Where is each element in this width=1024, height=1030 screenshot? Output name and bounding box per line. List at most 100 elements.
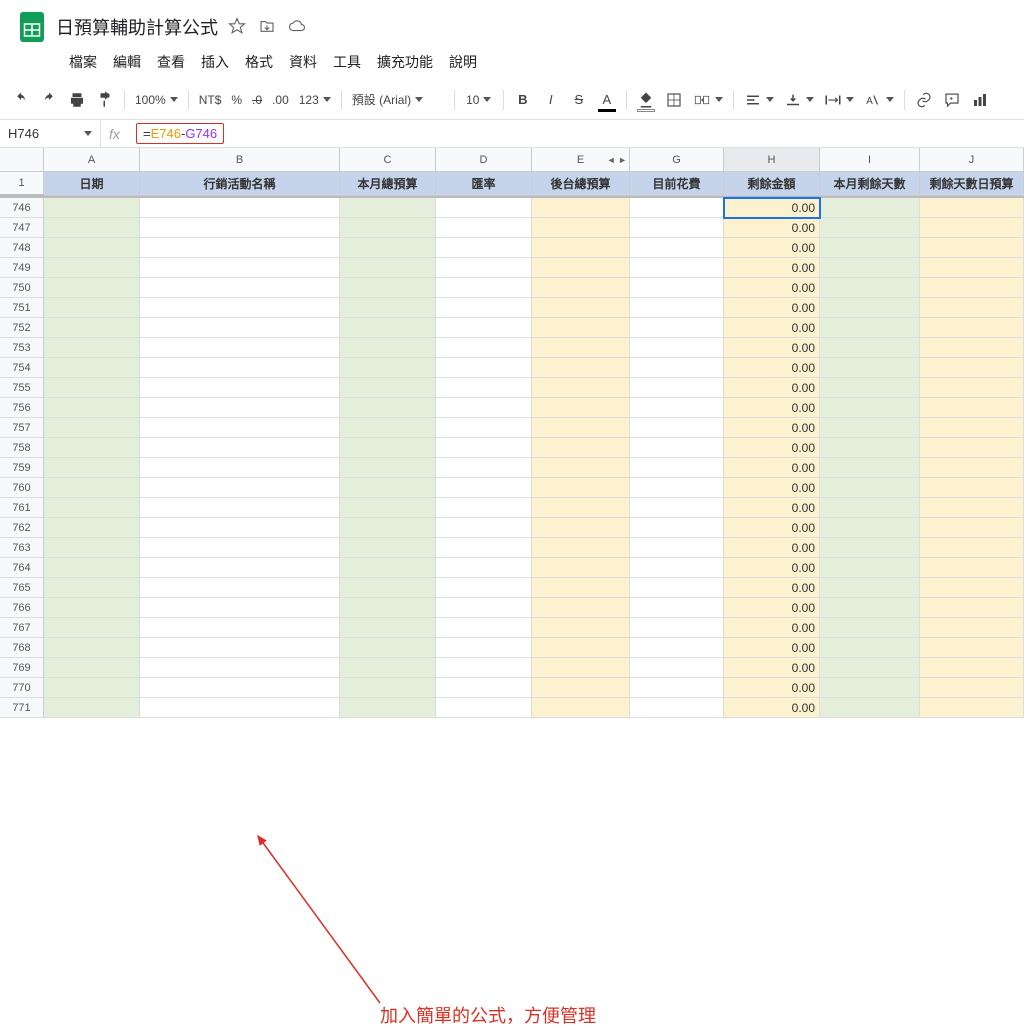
cell[interactable]: [436, 398, 532, 418]
row-head[interactable]: 764: [0, 558, 44, 578]
cell[interactable]: [820, 358, 920, 378]
cell[interactable]: [920, 478, 1024, 498]
cell[interactable]: [920, 658, 1024, 678]
cell[interactable]: [140, 258, 340, 278]
cell[interactable]: [436, 558, 532, 578]
cell[interactable]: [436, 598, 532, 618]
cell[interactable]: [44, 618, 140, 638]
cell[interactable]: [44, 558, 140, 578]
row-head[interactable]: 763: [0, 538, 44, 558]
cell[interactable]: [436, 358, 532, 378]
cell[interactable]: [630, 218, 724, 238]
cloud-icon[interactable]: [288, 17, 306, 38]
cell[interactable]: [820, 338, 920, 358]
cell[interactable]: [340, 298, 436, 318]
cell[interactable]: [630, 198, 724, 218]
cell[interactable]: [532, 558, 630, 578]
cell[interactable]: [820, 218, 920, 238]
header-backend-budget[interactable]: 後台總預算: [532, 172, 630, 196]
cell[interactable]: [140, 678, 340, 698]
cell[interactable]: [340, 198, 436, 218]
cell[interactable]: [340, 418, 436, 438]
cell[interactable]: [44, 438, 140, 458]
cell[interactable]: [436, 318, 532, 338]
cell[interactable]: [820, 458, 920, 478]
header-date[interactable]: 日期: [44, 172, 140, 196]
row-head[interactable]: 751: [0, 298, 44, 318]
cell[interactable]: [820, 598, 920, 618]
menu-data[interactable]: 資料: [282, 48, 324, 76]
cell[interactable]: [340, 698, 436, 718]
cell[interactable]: [340, 558, 436, 578]
row-head[interactable]: 755: [0, 378, 44, 398]
cell[interactable]: [436, 238, 532, 258]
cell-remaining[interactable]: 0.00: [724, 578, 820, 598]
cell[interactable]: [820, 698, 920, 718]
cell-remaining[interactable]: 0.00: [724, 698, 820, 718]
cell[interactable]: [340, 518, 436, 538]
row-head[interactable]: 762: [0, 518, 44, 538]
cell[interactable]: [532, 418, 630, 438]
cell-remaining[interactable]: 0.00: [724, 458, 820, 478]
cell[interactable]: [532, 578, 630, 598]
cell-remaining[interactable]: 0.00: [724, 358, 820, 378]
cell[interactable]: [532, 498, 630, 518]
row-head[interactable]: 749: [0, 258, 44, 278]
v-align-button[interactable]: [780, 91, 818, 109]
cell-remaining[interactable]: 0.00: [724, 378, 820, 398]
cell[interactable]: [44, 498, 140, 518]
cell[interactable]: [630, 378, 724, 398]
cell[interactable]: [630, 358, 724, 378]
undo-button[interactable]: [8, 87, 34, 113]
cell[interactable]: [532, 258, 630, 278]
cell[interactable]: [44, 318, 140, 338]
cell[interactable]: [340, 658, 436, 678]
fill-color-button[interactable]: [633, 87, 659, 113]
header-daily-budget[interactable]: 剩餘天數日預算: [920, 172, 1024, 196]
cell[interactable]: [140, 598, 340, 618]
cell-remaining[interactable]: 0.00: [724, 418, 820, 438]
cell[interactable]: [920, 358, 1024, 378]
move-icon[interactable]: [258, 17, 276, 38]
cell[interactable]: [532, 338, 630, 358]
cell[interactable]: [820, 678, 920, 698]
cell[interactable]: [532, 278, 630, 298]
cell[interactable]: [920, 678, 1024, 698]
row-head[interactable]: 748: [0, 238, 44, 258]
cell[interactable]: [820, 658, 920, 678]
row-head-1[interactable]: 1: [0, 172, 44, 196]
cell[interactable]: [820, 398, 920, 418]
cell[interactable]: [820, 558, 920, 578]
cell[interactable]: [140, 518, 340, 538]
cell[interactable]: [920, 258, 1024, 278]
cell[interactable]: [140, 698, 340, 718]
cell-remaining[interactable]: 0.00: [724, 218, 820, 238]
cell[interactable]: [630, 578, 724, 598]
cell[interactable]: [140, 538, 340, 558]
formula-input[interactable]: =E746-G746: [128, 123, 1024, 144]
cell[interactable]: [436, 198, 532, 218]
row-head[interactable]: 767: [0, 618, 44, 638]
decrease-decimal-button[interactable]: .0: [248, 93, 266, 107]
cell[interactable]: [532, 478, 630, 498]
cell[interactable]: [820, 298, 920, 318]
cell[interactable]: [436, 618, 532, 638]
cell[interactable]: [820, 278, 920, 298]
col-head-b[interactable]: B: [140, 148, 340, 171]
cell[interactable]: [820, 378, 920, 398]
cell-remaining[interactable]: 0.00: [724, 638, 820, 658]
select-all-corner[interactable]: [0, 148, 44, 171]
cell[interactable]: [630, 618, 724, 638]
cell-remaining[interactable]: 0.00: [724, 198, 820, 218]
menu-extensions[interactable]: 擴充功能: [370, 48, 440, 76]
row-head[interactable]: 761: [0, 498, 44, 518]
cell[interactable]: [436, 578, 532, 598]
cell[interactable]: [44, 398, 140, 418]
cell[interactable]: [630, 258, 724, 278]
cell[interactable]: [436, 298, 532, 318]
cell[interactable]: [920, 598, 1024, 618]
cell[interactable]: [532, 298, 630, 318]
cell-remaining[interactable]: 0.00: [724, 258, 820, 278]
cell[interactable]: [340, 618, 436, 638]
star-icon[interactable]: [228, 17, 246, 38]
